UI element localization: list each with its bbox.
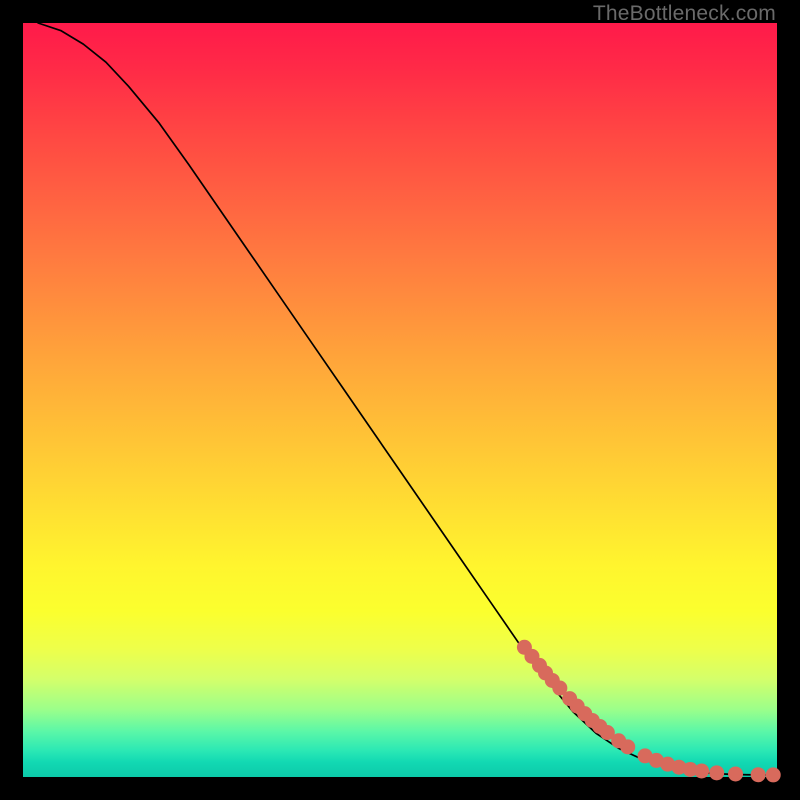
plot-area [23, 23, 777, 777]
data-marker [620, 739, 635, 754]
data-marker [751, 767, 766, 782]
chart-stage: TheBottleneck.com [0, 0, 800, 800]
curve-line [38, 23, 777, 775]
marker-layer [517, 640, 781, 783]
data-marker [694, 763, 709, 778]
data-marker [766, 767, 781, 782]
chart-svg [23, 23, 777, 777]
data-marker [709, 765, 724, 780]
data-marker [728, 766, 743, 781]
